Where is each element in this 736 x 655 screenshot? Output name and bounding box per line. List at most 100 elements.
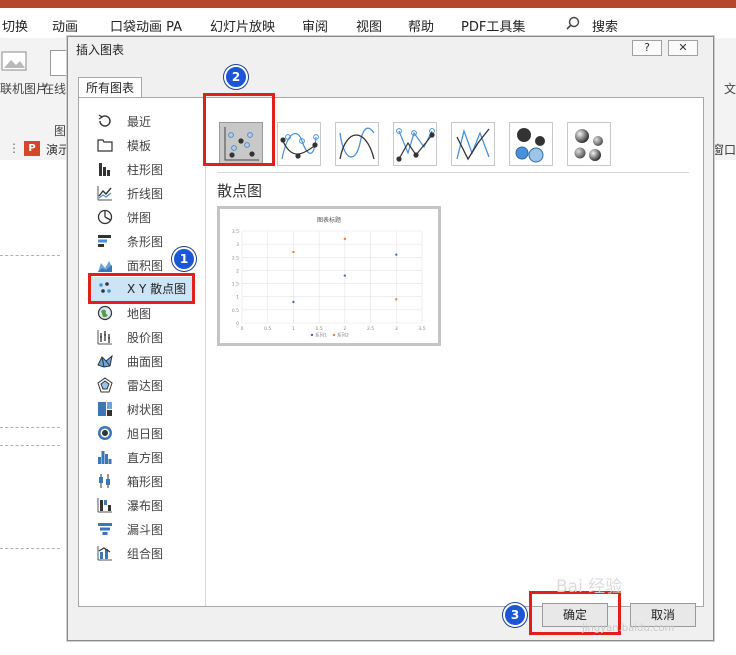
chart-type-sunburst[interactable]: 旭日图 [95,422,205,444]
chart-type-box-whisker[interactable]: 箱形图 [95,470,205,492]
legend-label: 系列2 [337,332,349,339]
chart-type-label: 瀑布图 [127,499,164,513]
chart-y-tick-label: 0 [236,321,239,327]
legend-marker [310,333,314,337]
scatter-smooth-markers-icon [280,132,319,160]
chart-type-list: 最近 模板 柱形图 折线图 饼图 条形图 面积图 X Y 散点图 地图 股价图 … [79,98,206,606]
divider [217,172,689,173]
app-title-bar [0,0,736,8]
chart-y-tick-label: 2.5 [232,255,239,261]
subtype-scatter-straight-markers[interactable] [393,122,437,166]
chart-y-tick-labels: 0 0.5 1 1.5 2 2.5 3 3.5 [232,229,239,327]
chart-type-map[interactable]: 地图 [95,302,205,324]
menu-help[interactable]: 帮助 [408,16,434,35]
chart-type-histogram[interactable]: 直方图 [95,446,205,468]
column-chart-icon [97,161,113,177]
chart-y-tick-label: 1.5 [232,282,239,288]
section-title: 散点图 [217,182,263,200]
step-badge-3: 3 [503,603,527,627]
chart-type-label: 条形图 [127,235,164,249]
slide-guide [0,548,60,549]
menu-pdf-tools[interactable]: PDF工具集 [461,16,525,35]
chart-type-column[interactable]: 柱形图 [95,158,205,180]
subtype-scatter-straight-lines[interactable] [451,122,495,166]
subtype-bubble-3d[interactable] [567,122,611,166]
chart-y-tick-label: 1 [236,295,239,301]
slide-guide [0,427,60,428]
watermark-url: jingyan.baidu.com [582,623,675,634]
chart-point-series1 [292,300,295,304]
chart-type-stock[interactable]: 股价图 [95,326,205,348]
chart-x-tick-label: 1 [292,326,295,332]
slide-guide [0,445,60,446]
stock-chart-icon [97,329,113,345]
menu-transitions[interactable]: 切换 [2,16,28,35]
text-group-label: 文 [724,82,736,96]
chart-type-label: 面积图 [127,259,164,273]
powerpoint-icon: P [24,141,40,156]
subtype-scatter-smooth-lines[interactable] [335,122,379,166]
step-badge-2: 2 [224,65,248,89]
chart-y-tick-label: 3.5 [232,229,239,235]
dialog-title: 插入图表 [76,43,125,57]
map-chart-icon [97,305,113,321]
legend-label: 系列1 [315,332,327,339]
bubble-3d-icon [574,129,603,161]
chart-y-tick-label: 3 [236,242,239,248]
menu-review[interactable]: 审阅 [302,16,328,35]
chart-type-label: 雷达图 [127,379,164,393]
chart-type-waterfall[interactable]: 瀑布图 [95,494,205,516]
chart-x-tick-labels: 0 0.5 1 1.5 2 2.5 3 3.5 [241,326,426,332]
chart-type-surface[interactable]: 曲面图 [95,350,205,372]
chart-type-pie[interactable]: 饼图 [95,206,205,228]
chart-type-label: 树状图 [127,403,164,417]
subtype-bubble[interactable] [509,122,553,166]
recent-icon [97,113,113,129]
chart-point-series2 [343,237,347,241]
chart-x-tick-label: 2.5 [367,326,374,332]
chart-type-templates[interactable]: 模板 [95,134,205,156]
more-icon[interactable]: ⋮ [8,141,20,155]
close-button[interactable]: ✕ [668,40,698,56]
chart-type-label: 柱形图 [127,163,164,177]
chart-type-recent[interactable]: 最近 [95,110,205,132]
search-label[interactable]: 搜索 [592,16,618,35]
chart-type-label: 组合图 [127,547,164,561]
chart-point-series1 [343,274,347,277]
chart-type-label: 饼图 [127,211,152,225]
scatter-smooth-lines-icon [339,127,375,160]
chart-y-tick-label: 0.5 [232,308,239,314]
chart-x-tick-label: 0 [241,326,244,332]
tab-all-charts[interactable]: 所有图表 [78,77,142,98]
scatter-straight-markers-icon [396,128,435,162]
menu-view[interactable]: 视图 [356,16,382,35]
help-button[interactable]: ? [632,40,662,56]
chart-x-tick-label: 3 [395,326,398,332]
online-label: 在线 [42,82,67,96]
menu-animations[interactable]: 动画 [52,16,78,35]
search-icon[interactable] [566,16,580,34]
chart-panel: 最近 模板 柱形图 折线图 饼图 条形图 面积图 X Y 散点图 地图 股价图 … [78,97,704,607]
chart-type-label: 折线图 [127,187,164,201]
chart-type-radar[interactable]: 雷达图 [95,374,205,396]
baidu-jingyan-watermark: Bai 经验 [556,577,623,597]
step-badge-1: 1 [172,247,196,271]
menu-pocket-animation[interactable]: 口袋动画 PA [110,16,182,35]
online-pictures-icon[interactable] [0,50,30,74]
template-folder-icon [97,137,113,153]
chart-type-line[interactable]: 折线图 [95,182,205,204]
window-label[interactable]: 窗口 [712,141,736,158]
chart-y-tick-label: 2 [236,268,239,274]
chart-type-combo[interactable]: 组合图 [95,542,205,564]
chart-type-label: 曲面图 [127,355,164,369]
chart-type-label: 地图 [127,307,152,321]
subtype-scatter-smooth-markers[interactable] [277,122,321,166]
menu-slideshow[interactable]: 幻灯片放映 [210,16,275,35]
chart-point-series2 [395,298,398,301]
chart-type-funnel[interactable]: 漏斗图 [95,518,205,540]
chart-type-treemap[interactable]: 树状图 [95,398,205,420]
treemap-chart-icon [97,401,113,417]
area-chart-icon [97,257,113,273]
chart-preview[interactable]: 图表标题 0 0.5 1 1.5 2 2.5 3 3.5 0 0.5 1 1.5 2 2.5 3 3.5 系… [217,206,441,346]
menu-bar: 切换 动画 口袋动画 PA 幻灯片放映 审阅 视图 帮助 PDF工具集 搜索 [0,8,736,38]
